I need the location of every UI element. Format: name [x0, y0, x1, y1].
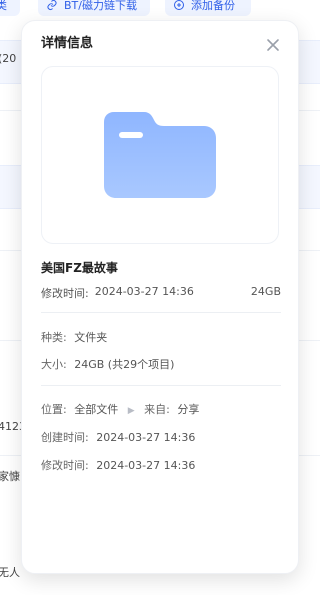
- size-row: 大小: 24GB (共29个项目): [41, 356, 174, 372]
- details-panel: 详情信息 美国FZ最故事 修改时间: 2024-03-27 14:36 24GB…: [21, 20, 299, 574]
- panel-title: 详情信息: [41, 36, 94, 51]
- type-label: 种类:: [41, 331, 67, 344]
- location-source-row: 位置: 全部文件 ▶ 来自: 分享: [41, 401, 199, 417]
- modified-meta-label: 修改时间:: [41, 287, 89, 300]
- source-value: 分享: [177, 403, 200, 416]
- folder-icon: [104, 112, 216, 198]
- source-label: 来自:: [144, 403, 170, 416]
- modified-meta-value: 2024-03-27 14:36: [94, 285, 194, 298]
- divider: [41, 385, 281, 386]
- background-button-1-label: 类: [0, 0, 7, 12]
- modified-meta: 修改时间: 2024-03-27 14:36: [41, 285, 194, 301]
- created-label: 创建时间:: [41, 431, 89, 444]
- modified-row: 修改时间: 2024-03-27 14:36: [41, 457, 195, 473]
- caret-right-icon: ▶: [127, 406, 135, 416]
- background-button-add-backup[interactable]: 添加备份: [165, 0, 251, 16]
- created-value: 2024-03-27 14:36: [96, 431, 196, 444]
- created-row: 创建时间: 2024-03-27 14:36: [41, 429, 195, 445]
- divider: [41, 312, 281, 313]
- background-row-text: 无人: [0, 566, 20, 579]
- close-button[interactable]: [266, 37, 280, 51]
- background-button-1[interactable]: 类: [0, 0, 20, 16]
- background-row-text: 家慷: [0, 470, 20, 483]
- modified-label: 修改时间:: [41, 459, 89, 472]
- file-name: 美国FZ最故事: [41, 261, 118, 275]
- size-short: 24GB: [250, 285, 281, 298]
- link-icon: [47, 0, 57, 10]
- background-button-add-backup-label: 添加备份: [191, 0, 235, 12]
- size-label: 大小:: [41, 358, 67, 371]
- size-value: 24GB (共29个项目): [74, 358, 175, 371]
- background-row-text: (20: [0, 52, 17, 65]
- close-icon: [267, 39, 279, 51]
- type-value: 文件夹: [74, 331, 108, 344]
- location-label: 位置:: [41, 403, 67, 416]
- background-button-bt-download-label: BT/磁力链下载: [64, 0, 137, 12]
- background-button-bt-download[interactable]: BT/磁力链下载: [38, 0, 150, 16]
- type-row: 种类: 文件夹: [41, 329, 107, 345]
- modified-value: 2024-03-27 14:36: [96, 459, 196, 472]
- file-meta-row: 修改时间: 2024-03-27 14:36 24GB: [41, 285, 281, 301]
- file-preview: [41, 66, 279, 244]
- location-value[interactable]: 全部文件: [74, 403, 118, 416]
- add-backup-icon: [174, 0, 184, 10]
